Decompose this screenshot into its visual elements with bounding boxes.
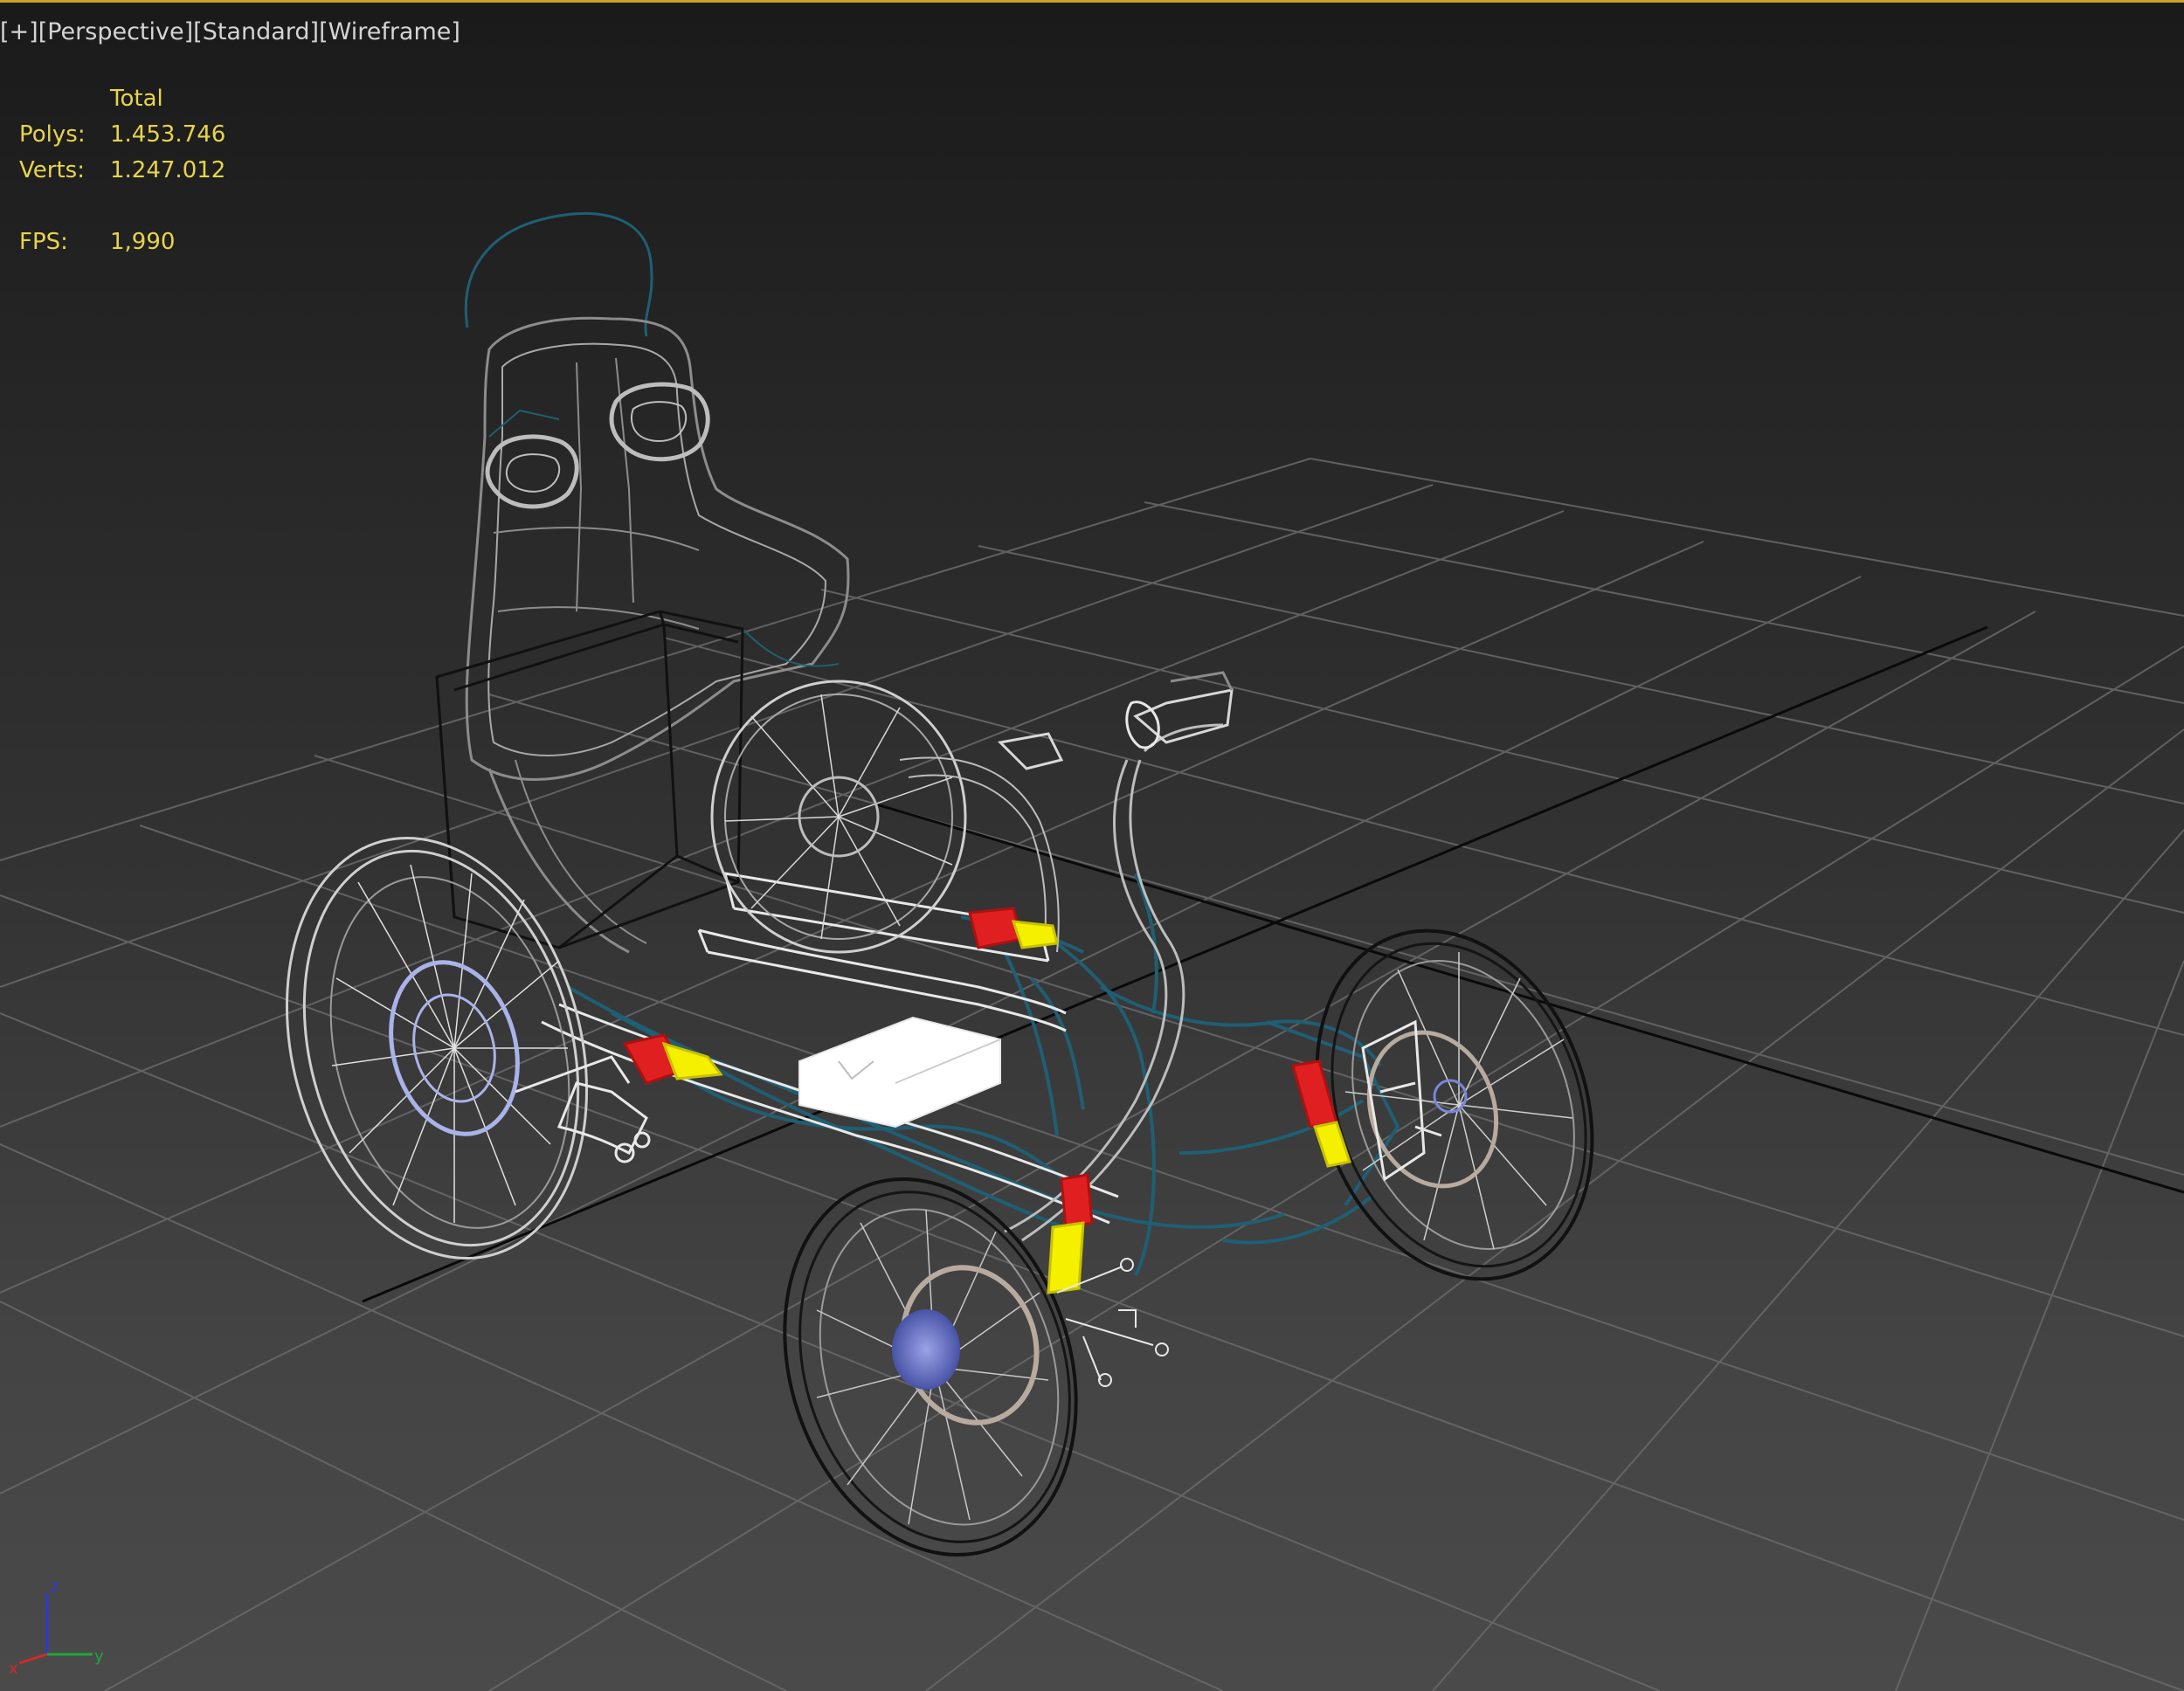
viewport-lighting-menu[interactable]: [Standard] bbox=[193, 18, 319, 45]
polys-value: 1.453.746 bbox=[110, 121, 226, 148]
fps-label: FPS: bbox=[19, 228, 68, 255]
axis-z-label: z bbox=[51, 1577, 59, 1596]
viewport-general-menu[interactable]: [+] bbox=[0, 18, 38, 45]
stats-header: Total bbox=[110, 85, 163, 112]
axis-x-label: x bbox=[9, 1660, 18, 1677]
polys-label: Polys: bbox=[19, 121, 86, 148]
verts-label: Verts: bbox=[19, 156, 85, 183]
viewport-shading-menu[interactable]: [Wireframe] bbox=[319, 18, 460, 45]
viewport-perspective[interactable]: [+] [Perspective] [Standard] [Wireframe]… bbox=[0, 0, 2184, 1691]
home-grid bbox=[0, 458, 2184, 1691]
stats-verts-row: Verts: 1.247.012 bbox=[19, 152, 225, 188]
viewport-point-of-view-menu[interactable]: [Perspective] bbox=[38, 18, 193, 45]
shock-front-left bbox=[1047, 1173, 1094, 1294]
stats-fps-row: FPS: 1,990 bbox=[19, 224, 225, 259]
wheel-rear-left bbox=[285, 837, 589, 1260]
stats-polys-row: Polys: 1.453.746 bbox=[19, 116, 225, 152]
swingarm-rear-left bbox=[515, 1055, 651, 1163]
controller-box bbox=[798, 1016, 1001, 1128]
statistics-overlay: Total Polys: 1.453.746 Verts: 1.247.012 … bbox=[19, 80, 225, 259]
scene-canvas[interactable] bbox=[0, 0, 2184, 1691]
fps-value: 1,990 bbox=[110, 228, 176, 255]
seat-wireframe bbox=[464, 212, 850, 954]
upright-front-right bbox=[1361, 1019, 1442, 1182]
axis-y-label: y bbox=[94, 1647, 104, 1666]
stats-header-row: Total bbox=[19, 80, 225, 116]
shock-rear-right bbox=[968, 907, 1059, 949]
axis-tripod-icon: z x y bbox=[9, 1577, 104, 1677]
viewport-label-menu: [+] [Perspective] [Standard] [Wireframe] bbox=[0, 12, 460, 51]
verts-value: 1.247.012 bbox=[110, 156, 226, 183]
